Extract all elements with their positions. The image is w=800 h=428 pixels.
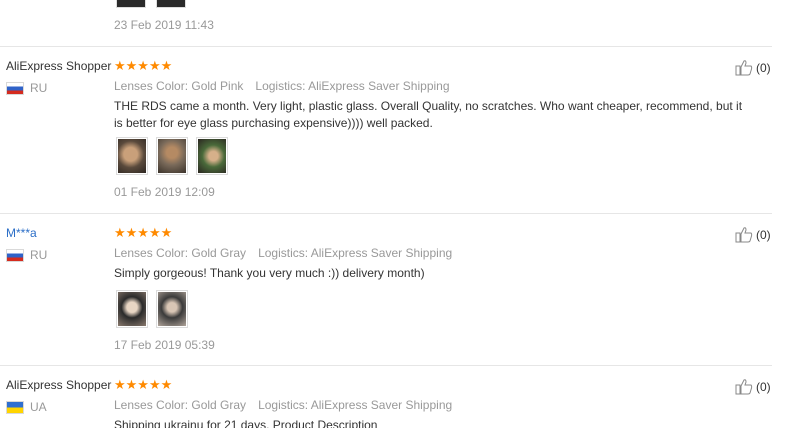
country-code: RU (30, 248, 48, 262)
review-item: AliExpress Shopper ★★★★★ UA Lenses Color… (0, 378, 800, 428)
lenses-color: Lenses Color: Gold Gray (114, 246, 247, 260)
thumbs-up-icon (735, 60, 753, 76)
russia-flag-icon (6, 248, 24, 262)
previous-review-fragment: 23 Feb 2019 11:43 (0, 0, 800, 46)
reviewer-name[interactable]: M***a (6, 226, 37, 240)
logistics-info: Logistics: AliExpress Saver Shipping (258, 398, 453, 412)
country-code: UA (30, 400, 47, 414)
review-photo-thumbnail[interactable] (116, 290, 148, 328)
review-photo-thumbnail[interactable] (116, 0, 146, 8)
review-meta: Lenses Color: Gold Pink Logistics: AliExp… (114, 79, 450, 93)
helpful-button[interactable]: (0) (735, 378, 771, 395)
review-divider (0, 213, 772, 214)
star-rating: ★★★★★ (114, 378, 173, 392)
review-photos (116, 137, 228, 175)
review-divider (0, 46, 772, 47)
review-meta: Lenses Color: Gold Gray Logistics: AliExp… (114, 398, 452, 412)
russia-flag-icon (6, 81, 24, 95)
review-photo-thumbnail[interactable] (156, 137, 188, 175)
helpful-count: (0) (756, 60, 771, 75)
reviewer-country: RU (6, 248, 47, 262)
star-rating: ★★★★★ (114, 225, 173, 240)
review-date: 17 Feb 2019 05:39 (114, 338, 215, 352)
review-date: 23 Feb 2019 11:43 (114, 18, 214, 32)
logistics-info: Logistics: AliExpress Saver Shipping (255, 79, 450, 93)
helpful-count: (0) (756, 379, 771, 394)
helpful-button[interactable]: (0) (735, 59, 771, 76)
reviewer-country: RU (6, 81, 47, 95)
lenses-color: Lenses Color: Gold Pink (114, 79, 244, 93)
review-date: 01 Feb 2019 12:09 (114, 185, 215, 199)
ukraine-flag-icon (6, 400, 24, 414)
review-item: AliExpress Shopper ★★★★★ RU Lenses Color… (0, 59, 800, 209)
review-item: M***a ★★★★★ RU Lenses Color: Gold Gray Lo… (0, 226, 800, 356)
review-photo-thumbnail[interactable] (156, 290, 188, 328)
review-photo-thumbnail[interactable] (116, 137, 148, 175)
review-meta: Lenses Color: Gold Gray Logistics: AliExp… (114, 246, 452, 260)
reviewer-country: UA (6, 400, 47, 414)
review-text: Simply gorgeous! Thank you very much :))… (114, 266, 425, 280)
reviewer-name: AliExpress Shopper (6, 378, 112, 392)
reviewer-name: AliExpress Shopper (6, 59, 112, 73)
lenses-color: Lenses Color: Gold Gray (114, 398, 247, 412)
country-code: RU (30, 81, 48, 95)
review-photos (116, 290, 188, 328)
review-photo-thumbnail[interactable] (196, 137, 228, 175)
logistics-info: Logistics: AliExpress Saver Shipping (258, 246, 453, 260)
star-rating: ★★★★★ (114, 58, 173, 73)
review-divider (0, 365, 772, 366)
review-text: THE RDS came a month. Very light, plasti… (114, 99, 743, 130)
thumbs-up-icon (735, 227, 753, 243)
helpful-button[interactable]: (0) (735, 226, 771, 243)
review-text: Shipping ukrainu for 21 days. Product De… (114, 418, 378, 428)
thumbs-up-icon (735, 379, 753, 395)
review-photo-thumbnail[interactable] (156, 0, 186, 8)
helpful-count: (0) (756, 227, 771, 242)
